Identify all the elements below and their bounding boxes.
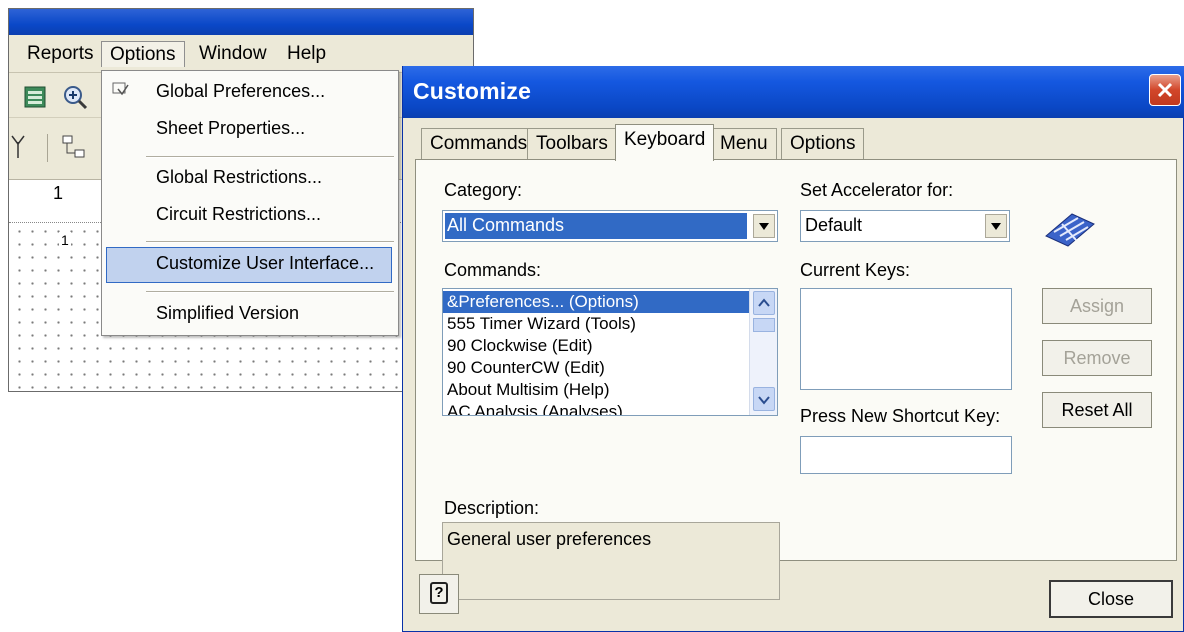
dialog-close-button[interactable] [1149, 74, 1181, 106]
dialog-title: Customize [413, 78, 532, 104]
menu-options-label: Options [110, 44, 176, 65]
list-item[interactable]: AC Analysis (Analyses) [443, 401, 749, 415]
menu-options[interactable]: Options [101, 41, 185, 67]
description-box: General user preferences [442, 522, 780, 600]
chevron-up-icon [758, 298, 770, 307]
category-label: Category: [444, 180, 523, 200]
menu-item-global-restrictions-label: Global Restrictions... [156, 167, 323, 187]
list-item[interactable]: 555 Timer Wizard (Tools) [443, 313, 749, 335]
menu-item-global-preferences-label: Global Preferences... [156, 81, 326, 101]
list-item[interactable]: &Preferences... (Options) [443, 291, 749, 313]
scroll-thumb[interactable] [753, 318, 775, 332]
set-accelerator-label: Set Accelerator for: [800, 180, 954, 200]
reset-all-button[interactable]: Reset All [1042, 392, 1152, 428]
menu-window[interactable]: Window [191, 41, 275, 67]
menu-item-global-preferences[interactable]: Global Preferences... [102, 75, 398, 111]
scroll-down-button[interactable] [753, 387, 775, 411]
new-shortcut-label: Press New Shortcut Key: [800, 406, 1001, 426]
antenna-icon[interactable] [9, 134, 27, 160]
tab-options-label: Options [790, 133, 856, 154]
menu-item-sheet-properties[interactable]: Sheet Properties... [102, 112, 398, 148]
commands-list[interactable]: &Preferences... (Options) 555 Timer Wiza… [442, 288, 778, 416]
accelerator-value: Default [805, 215, 863, 235]
tab-menu[interactable]: Menu [711, 128, 777, 160]
list-item[interactable]: 90 CounterCW (Edit) [443, 357, 749, 379]
workspace-marker: 1 [59, 232, 71, 248]
keyboard-tab-panel: Category: All Commands Commands: &Prefer… [415, 159, 1177, 600]
menu-item-simplified-version-label: Simplified Version [156, 303, 300, 323]
toolbar-separator [47, 134, 48, 162]
tab-keyboard[interactable]: Keyboard [615, 124, 715, 161]
remove-button[interactable]: Remove [1042, 340, 1152, 376]
category-select[interactable]: All Commands [442, 210, 778, 242]
description-label: Description: [444, 498, 540, 518]
menu-reports[interactable]: Reports [19, 41, 102, 67]
menu-separator [146, 156, 394, 158]
chevron-down-icon[interactable] [985, 214, 1007, 238]
assign-button-label: Assign [1069, 296, 1125, 316]
commands-rows: &Preferences... (Options) 555 Timer Wiza… [443, 291, 749, 415]
menu-separator [146, 291, 394, 293]
hierarchy-icon[interactable] [61, 134, 89, 162]
tab-options[interactable]: Options [781, 128, 865, 160]
menu-item-circuit-restrictions[interactable]: Circuit Restrictions... [102, 198, 398, 234]
help-icon: ? [430, 582, 448, 604]
menu-item-simplified-version[interactable]: Simplified Version [102, 297, 398, 333]
list-item[interactable]: 90 Clockwise (Edit) [443, 335, 749, 357]
new-shortcut-input[interactable] [800, 436, 1012, 474]
menu-help[interactable]: Help [279, 41, 334, 67]
chevron-down-icon [758, 396, 770, 405]
menu-window-label: Window [199, 43, 267, 64]
accelerator-select[interactable]: Default [800, 210, 1010, 242]
tab-keyboard-label: Keyboard [624, 129, 706, 150]
tab-menu-label: Menu [720, 133, 768, 154]
close-icon [1157, 82, 1173, 98]
zoom-in-icon[interactable] [61, 83, 89, 111]
tab-toolbars-label: Toolbars [536, 133, 608, 154]
keyboard-icon [1045, 213, 1095, 247]
options-dropdown-menu: Global Preferences... Sheet Properties..… [101, 70, 399, 336]
menu-item-global-restrictions[interactable]: Global Restrictions... [102, 161, 398, 197]
menu-item-customize-user-interface-label: Customize User Interface... [156, 253, 375, 273]
help-button[interactable]: ? [419, 574, 459, 614]
menu-help-label: Help [287, 43, 327, 64]
customize-dialog: Customize Commands Toolbars Keyboard Men… [402, 66, 1184, 632]
chevron-down-icon[interactable] [753, 214, 775, 238]
app-title-bar [9, 9, 473, 35]
menu-item-circuit-restrictions-label: Circuit Restrictions... [156, 204, 322, 224]
close-button[interactable]: Close [1049, 580, 1173, 618]
close-button-label: Close [1087, 589, 1135, 609]
menu-item-customize-user-interface[interactable]: Customize User Interface... [106, 247, 392, 283]
current-keys-list[interactable] [800, 288, 1012, 390]
description-text: General user preferences [447, 529, 652, 549]
tab-commands-label: Commands [430, 133, 528, 154]
current-keys-label: Current Keys: [800, 260, 911, 280]
ruler-column-number: 1 [53, 183, 64, 203]
menu-separator [146, 241, 394, 243]
dialog-title-bar[interactable]: Customize [403, 66, 1184, 118]
tab-toolbars[interactable]: Toolbars [527, 128, 617, 160]
commands-label: Commands: [444, 260, 542, 280]
remove-button-label: Remove [1063, 348, 1131, 368]
spreadsheet-view-icon[interactable] [23, 85, 47, 109]
scroll-up-button[interactable] [753, 291, 775, 315]
menu-item-sheet-properties-label: Sheet Properties... [156, 118, 306, 138]
list-item[interactable]: About Multisim (Help) [443, 379, 749, 401]
tab-commands[interactable]: Commands [421, 128, 537, 160]
menu-reports-label: Reports [27, 43, 94, 64]
category-value: All Commands [447, 215, 565, 235]
reset-all-button-label: Reset All [1061, 400, 1133, 420]
commands-scrollbar[interactable] [749, 289, 777, 415]
assign-button[interactable]: Assign [1042, 288, 1152, 324]
